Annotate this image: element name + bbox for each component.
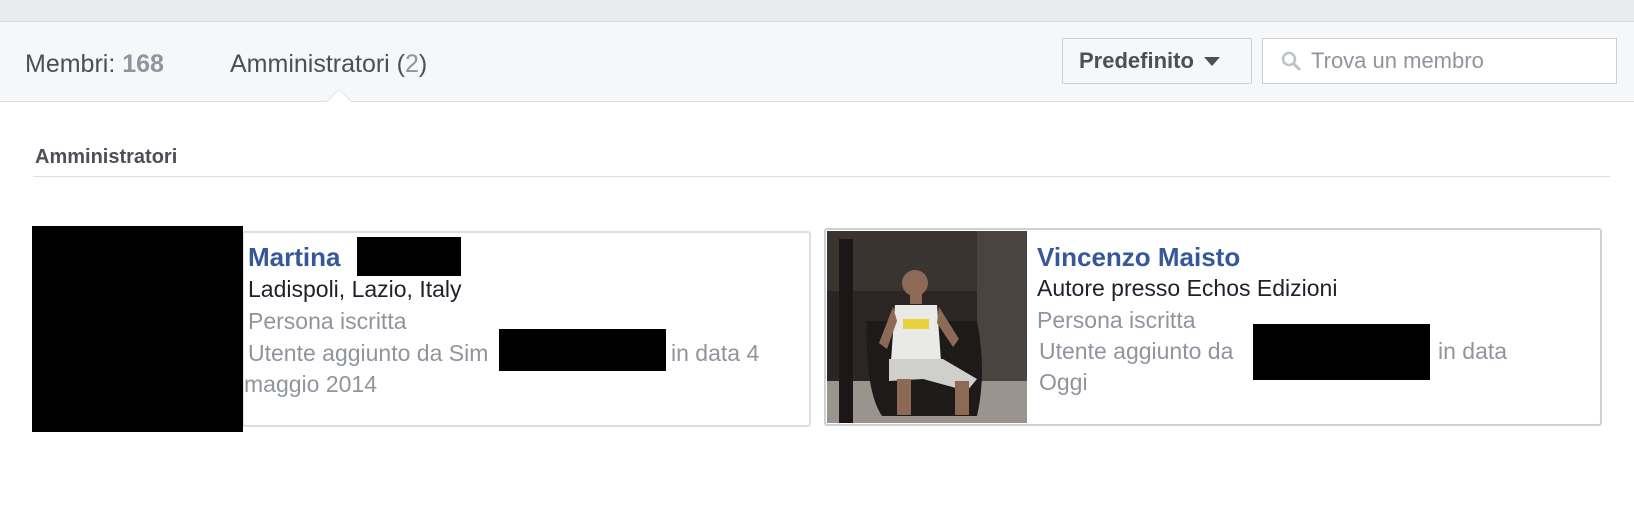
admin-added-date: Oggi [1039,369,1088,395]
sort-dropdown-button[interactable]: Predefinito [1062,38,1252,84]
admin-status: Persona iscritta [1037,307,1196,333]
member-search-box[interactable] [1262,38,1617,84]
admin-added-prefix: Utente aggiunto da Sim [248,340,489,366]
added-by-redaction [499,329,666,371]
active-tab-indicator [326,89,352,102]
search-icon [1281,51,1301,71]
admin-name-link[interactable]: Martina [248,242,340,273]
admin-status: Persona iscritta [248,308,407,334]
avatar-redacted [32,226,243,432]
tab-members-label: Membri: [25,50,123,78]
tab-admins-close: ) [418,50,428,78]
admin-name-link[interactable]: Vincenzo Maisto [1037,242,1240,273]
members-tabbar: Membri: 168 Amministratori (2) Predefini… [0,22,1634,102]
admin-added-suffix: in data [1438,338,1508,364]
tab-admins-label: Amministratori ( [230,50,406,78]
avatar[interactable] [827,231,1027,423]
search-input[interactable] [1309,47,1603,75]
admin-added-suffix: in data 4 [671,340,760,366]
section-title: Amministratori [35,146,178,168]
admin-added-date: maggio 2014 [244,371,377,397]
tab-members-count: 168 [122,50,164,78]
tab-members[interactable]: Membri: 168 [25,50,164,79]
chevron-down-icon [1203,56,1220,66]
section-divider [33,176,1610,177]
admin-added-prefix: Utente aggiunto da [1039,338,1234,364]
sort-label: Predefinito [1079,48,1194,73]
admin-location: Ladispoli, Lazio, Italy [248,276,462,302]
name-redaction [357,237,461,276]
tab-admins-count: 2 [405,50,419,78]
members-panel: Membri: 168 Amministratori (2) Predefini… [0,21,1634,511]
added-by-redaction [1253,324,1430,380]
admin-work: Autore presso Echos Edizioni [1037,275,1338,301]
tab-admins[interactable]: Amministratori (2) [230,50,427,79]
